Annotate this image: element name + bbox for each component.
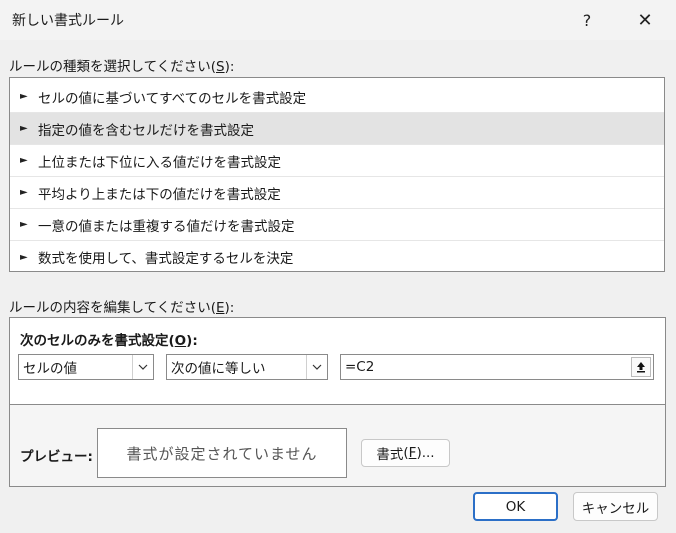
range-picker-icon[interactable] [631,357,651,377]
rule-item-label: セルの値に基づいてすべてのセルを書式設定 [38,90,307,107]
chevron-down-icon[interactable] [132,355,153,379]
condition-heading-mnemonic: O [174,333,187,349]
arrow-right-icon: ► [20,187,28,198]
rule-item-label: 数式を使用して、書式設定するセルを決定 [38,251,294,267]
condition-type-select[interactable]: セルの値 [18,354,154,380]
rule-edit-label: ルールの内容を編集してください(E): [9,300,235,316]
dialog-title: 新しい書式ルール [12,13,124,29]
condition-heading: 次のセルのみを書式設定(O): [20,333,198,349]
preview-label: プレビュー: [20,449,93,465]
rule-type-list[interactable]: ► セルの値に基づいてすべてのセルを書式設定 ► 指定の値を含むセルだけを書式設… [9,77,665,272]
rule-item-label: 平均より上または下の値だけを書式設定 [38,186,281,203]
format-mnemonic: F [408,445,417,461]
value-text: =C2 [345,359,375,375]
rule-item[interactable]: ► 指定の値を含むセルだけを書式設定 [10,113,664,145]
rule-item-label: 一意の値または重複する値だけを書式設定 [38,218,295,235]
rule-item[interactable]: ► セルの値に基づいてすべてのセルを書式設定 [10,81,664,113]
help-button[interactable]: ? [564,0,610,40]
rule-item[interactable]: ► 平均より上または下の値だけを書式設定 [10,177,664,209]
rule-type-label-text: ルールの種類を選択してください [9,59,211,75]
arrow-right-icon: ► [20,251,28,263]
rule-item-label: 指定の値を含むセルだけを書式設定 [38,122,254,139]
rule-edit-label-text: ルールの内容を編集してください [9,300,211,316]
preview-box: 書式が設定されていません [97,428,347,478]
rule-type-label: ルールの種類を選択してください(S): [9,59,235,75]
chevron-down-icon[interactable] [306,355,327,379]
format-button[interactable]: 書式(F)... [361,439,450,467]
operator-value: 次の値に等しい [171,361,266,377]
cancel-button[interactable]: キャンセル [573,492,658,521]
format-button-text: 書式 [376,447,404,463]
condition-area: 次のセルのみを書式設定(O): セルの値 次の値に等しい =C2 [10,318,665,405]
ok-button[interactable]: OK [473,492,558,521]
value-input[interactable]: =C2 [340,354,654,380]
rule-item[interactable]: ► 一意の値または重複する値だけを書式設定 [10,209,664,241]
condition-heading-text: 次のセルのみを書式設定 [20,333,169,349]
arrow-right-icon: ► [20,91,28,102]
rule-item[interactable]: ► 数式を使用して、書式設定するセルを決定 [10,241,664,273]
rule-item[interactable]: ► 上位または下位に入る値だけを書式設定 [10,145,664,177]
format-ellipsis: ... [421,445,435,461]
rule-item-label: 上位または下位に入る値だけを書式設定 [38,154,281,171]
arrow-right-icon: ► [20,219,28,230]
close-button[interactable]: ✕ [622,0,668,40]
title-bar: 新しい書式ルール ? ✕ [0,0,676,40]
arrow-right-icon: ► [20,155,28,166]
condition-type-value: セルの値 [23,361,77,377]
operator-select[interactable]: 次の値に等しい [166,354,328,380]
arrow-right-icon: ► [20,123,28,134]
rule-edit-panel: 次のセルのみを書式設定(O): セルの値 次の値に等しい =C2 プレビュー: … [9,317,666,487]
rule-edit-mnemonic: E [215,300,225,316]
rule-type-mnemonic: S [215,59,225,75]
